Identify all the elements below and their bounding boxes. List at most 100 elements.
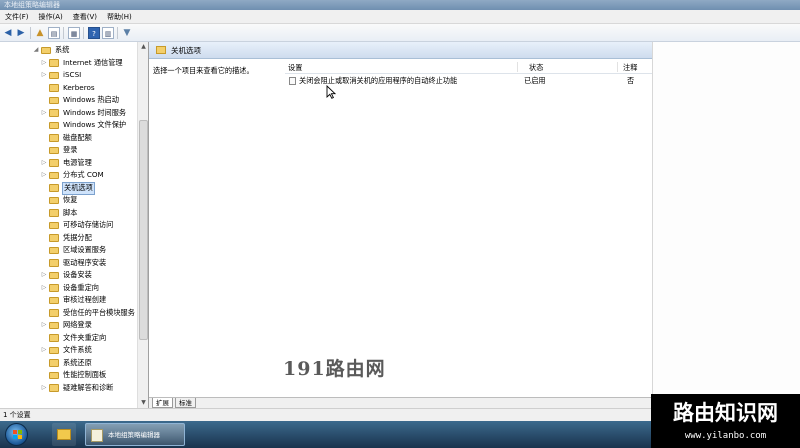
expand-arrow-icon[interactable]: ▷ xyxy=(40,382,48,395)
window-title: 本地组策略编辑器 xyxy=(4,1,60,9)
expand-arrow-icon[interactable]: ▷ xyxy=(40,169,48,182)
expand-arrow-icon[interactable]: ▷ xyxy=(40,282,48,295)
tab-standard[interactable]: 标准 xyxy=(175,398,196,408)
tree-item-label: Windows 文件保护 xyxy=(63,120,127,129)
folder-icon xyxy=(49,171,59,179)
cell-setting: 关闭会阻止或取消关机的应用程序的自动终止功能 xyxy=(299,76,458,85)
column-header-comment[interactable]: 注释 xyxy=(623,62,637,74)
tree-item-label: Kerberos xyxy=(63,82,95,92)
up-folder-icon[interactable]: ▲ xyxy=(34,27,46,39)
column-header-setting[interactable]: 设置 xyxy=(288,62,302,74)
expand-arrow-icon[interactable]: ▷ xyxy=(40,107,48,120)
folder-icon xyxy=(156,46,166,54)
tree-item-label: 文件夹重定向 xyxy=(63,332,107,342)
tree-item-label: 系统还原 xyxy=(63,357,92,367)
folder-icon xyxy=(49,246,59,254)
expand-arrow-icon[interactable]: ▷ xyxy=(40,69,48,82)
mouse-cursor-icon xyxy=(326,85,336,99)
menu-bar: 文件(F) 操作(A) 查看(V) 帮助(H) xyxy=(0,10,800,24)
toolbar-divider xyxy=(117,27,118,39)
folder-icon xyxy=(49,71,59,79)
folder-icon xyxy=(49,159,59,167)
folder-icon xyxy=(49,259,59,267)
folder-icon xyxy=(49,59,59,67)
tree-item-label: 脚本 xyxy=(63,207,78,217)
description-text: 选择一个项目来查看它的描述。 xyxy=(153,66,254,75)
column-divider[interactable] xyxy=(517,62,518,72)
expand-arrow-icon[interactable]: ▷ xyxy=(40,319,48,332)
folder-icon xyxy=(49,334,59,342)
main-client-area: ◢ 系统 ▷ Internet 通信管理 ▷ iSCSI Kerberos Windows… xyxy=(0,42,800,408)
collapse-arrow-icon[interactable]: ◢ xyxy=(32,44,40,57)
watermark-title: 路由知识网 xyxy=(673,401,778,425)
start-button[interactable] xyxy=(5,423,28,446)
list-header: 设置 状态 注释 xyxy=(285,62,653,74)
help-icon[interactable]: ? xyxy=(88,27,100,39)
filter-icon[interactable]: ▼ xyxy=(121,27,133,39)
folder-icon xyxy=(49,371,59,379)
folder-icon xyxy=(49,321,59,329)
details-title: 关机选项 xyxy=(171,46,201,55)
tree-item-label: 分布式 COM xyxy=(63,170,104,179)
tree-item-label: 审核过程创建 xyxy=(63,295,107,304)
tree-item-label: 疑难解答和诊断 xyxy=(63,382,114,392)
tree-item-label: 文件系统 xyxy=(63,345,92,354)
menu-file[interactable]: 文件(F) xyxy=(0,10,34,24)
column-header-state[interactable]: 状态 xyxy=(529,62,543,74)
folder-icon xyxy=(49,234,59,242)
folder-icon xyxy=(49,296,59,304)
menu-view[interactable]: 查看(V) xyxy=(68,10,102,24)
tree-item-label: 关机选项 xyxy=(62,182,95,195)
toolbar-divider xyxy=(63,27,64,39)
policy-setting-icon xyxy=(289,77,296,85)
menu-help[interactable]: 帮助(H) xyxy=(102,10,137,24)
back-icon[interactable]: ◀ xyxy=(2,27,14,39)
properties-icon[interactable]: ▥ xyxy=(102,27,114,39)
forward-icon[interactable]: ▶ xyxy=(15,27,27,39)
folder-icon xyxy=(49,384,59,392)
folder-icon xyxy=(49,346,59,354)
tree-item-label: 区域设置服务 xyxy=(63,245,107,254)
tree-item-label: Windows 时间服务 xyxy=(63,107,127,117)
folder-icon xyxy=(49,359,59,367)
tree-item-label: 磁盘配额 xyxy=(63,132,92,142)
toolbar-divider xyxy=(30,27,31,39)
details-header: 关机选项 xyxy=(149,42,653,59)
folder-icon xyxy=(49,84,59,92)
tree-item-label: 性能控制面板 xyxy=(63,370,107,379)
tree-item-label: Windows 热启动 xyxy=(63,95,119,104)
folder-icon xyxy=(49,221,59,229)
show-hide-tree-icon[interactable]: ▤ xyxy=(48,27,60,39)
view-tabs: 扩展 标准 xyxy=(149,397,653,408)
folder-icon xyxy=(41,46,51,54)
folder-icon xyxy=(49,209,59,217)
export-list-icon[interactable]: ▦ xyxy=(68,27,80,39)
navigation-tree: ◢ 系统 ▷ Internet 通信管理 ▷ iSCSI Kerberos Windows… xyxy=(0,42,137,408)
expand-arrow-icon[interactable]: ▷ xyxy=(40,344,48,357)
taskbar-app-label: 本地组策略编辑器 xyxy=(108,431,160,439)
tree-item-label: 登录 xyxy=(63,145,78,154)
tree-item-label: 设备重定向 xyxy=(63,282,99,292)
taskbar-explorer-button[interactable] xyxy=(52,423,76,446)
tab-extended[interactable]: 扩展 xyxy=(152,398,173,408)
expand-arrow-icon[interactable]: ▷ xyxy=(40,269,48,282)
folder-icon xyxy=(49,309,59,317)
tree-item-label: 设备安装 xyxy=(63,270,92,279)
tree-item-label: 电源管理 xyxy=(63,157,92,167)
folder-icon xyxy=(49,284,59,292)
menu-action[interactable]: 操作(A) xyxy=(34,10,68,24)
tree-item-label: 恢复 xyxy=(63,195,78,204)
column-divider[interactable] xyxy=(617,62,618,72)
tree-scrollbar[interactable]: ▲ ▼ xyxy=(137,42,148,408)
policy-editor-icon xyxy=(91,429,103,442)
table-row[interactable]: 关闭会阻止或取消关机的应用程序的自动终止功能 已启用 否 xyxy=(285,75,653,87)
window-titlebar: 本地组策略编辑器 xyxy=(0,0,800,10)
expand-arrow-icon[interactable]: ▷ xyxy=(40,157,48,170)
expand-arrow-icon[interactable]: ▷ xyxy=(40,57,48,70)
scrollbar-thumb[interactable] xyxy=(139,120,148,340)
tree-item-label: 受信任的平台模块服务 xyxy=(63,307,135,317)
taskbar-app-button[interactable]: 本地组策略编辑器 xyxy=(85,423,185,446)
folder-icon xyxy=(49,109,59,117)
tree-item-label: 可移动存储访问 xyxy=(63,220,114,229)
cell-state: 已启用 xyxy=(524,76,546,85)
